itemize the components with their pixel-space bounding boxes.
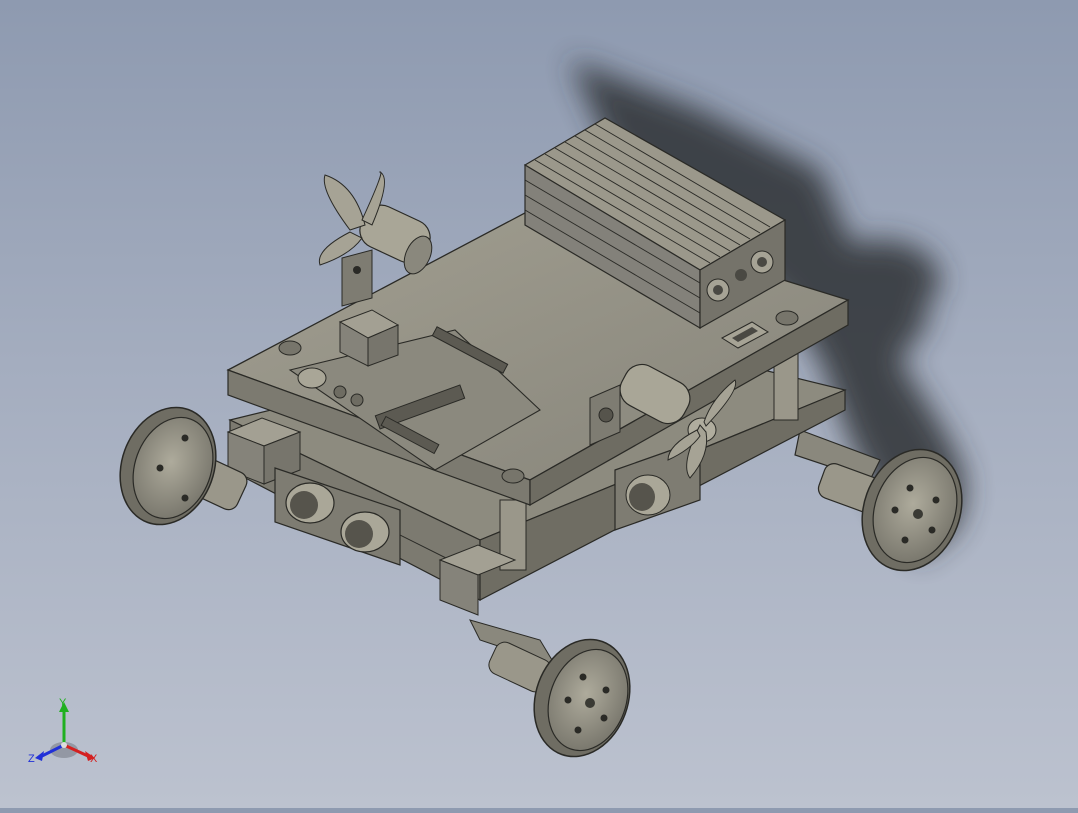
robot-car-assembly-model[interactable]: Y X Z — [0, 0, 1078, 808]
y-axis-label: Y — [59, 697, 67, 709]
z-axis-label: Z — [28, 753, 35, 765]
coordinate-triad: Y X Z — [28, 697, 98, 765]
front-right-wheel[interactable] — [469, 619, 646, 770]
cad-graphics-viewport[interactable]: Y X Z — [0, 0, 1078, 808]
x-axis-label: X — [90, 753, 98, 765]
front-left-wheel[interactable] — [104, 394, 250, 538]
z-axis-arrowhead — [35, 751, 44, 761]
